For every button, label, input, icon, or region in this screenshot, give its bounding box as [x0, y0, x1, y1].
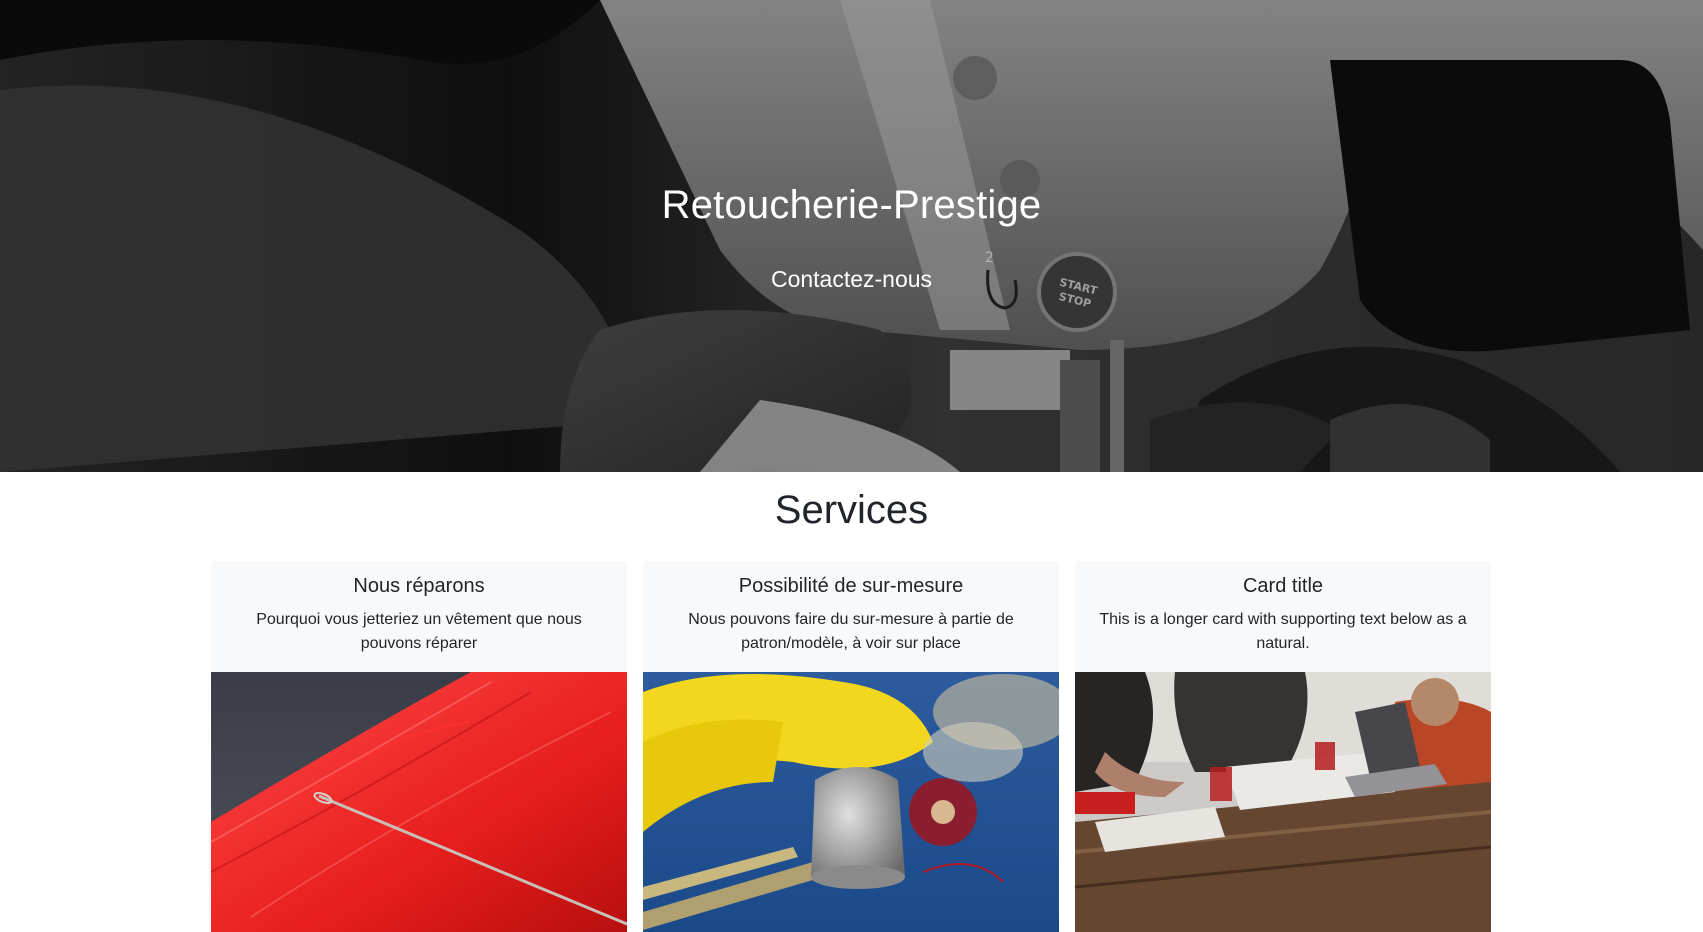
meeting-image: [1075, 672, 1491, 932]
card-body: Possibilité de sur-mesure Nous pouvons f…: [643, 561, 1059, 672]
card-title: Nous réparons: [353, 575, 485, 597]
service-card-repair: Nous réparons Pourquoi vous jetteriez un…: [211, 561, 627, 932]
card-body: Card title This is a longer card with su…: [1075, 561, 1491, 672]
service-card-custom: Possibilité de sur-mesure Nous pouvons f…: [643, 561, 1059, 932]
card-title: Card title: [1242, 575, 1324, 597]
services-heading: Services: [774, 488, 929, 532]
thread-needle-image: [211, 672, 627, 932]
service-card-generic: Card title This is a longer card with su…: [1075, 561, 1491, 932]
card-text: This is a longer card with supporting te…: [1099, 611, 1467, 652]
thimble-image: [643, 672, 1059, 932]
card-body: Nous réparons Pourquoi vous jetteriez un…: [211, 561, 627, 672]
sewing-machine-image: START STOP 2: [0, 0, 1703, 472]
card-text: Pourquoi vous jetteriez un vêtement que …: [256, 611, 582, 652]
hero-banner: START STOP 2 Retoucherie-Prestige Contac…: [0, 0, 1703, 472]
site-title: Retoucherie-Prestige: [661, 183, 1042, 227]
card-title: Possibilité de sur-mesure: [738, 575, 964, 597]
card-text: Nous pouvons faire du sur-mesure à parti…: [688, 611, 1014, 652]
contact-link[interactable]: Contactez-nous: [0, 266, 1703, 293]
